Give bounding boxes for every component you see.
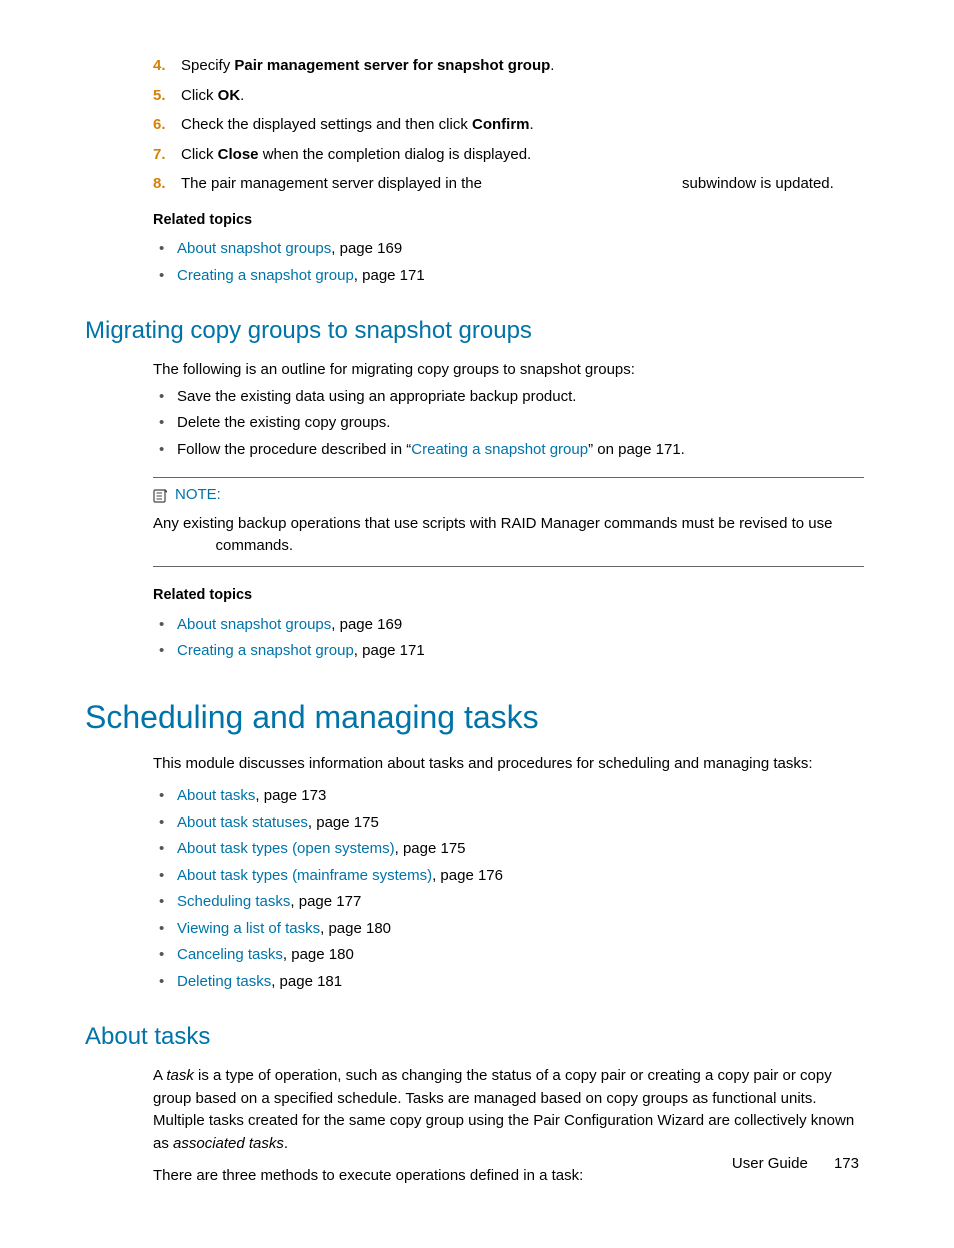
step-text: Click OK.: [181, 85, 244, 108]
step-text: Check the displayed settings and then cl…: [181, 114, 534, 137]
step-text: Specify Pair management server for snaps…: [181, 55, 554, 78]
related-item: Creating a snapshot group, page 171: [177, 640, 864, 663]
heading-migrating-copy-groups: Migrating copy groups to snapshot groups: [85, 313, 864, 349]
link-about-task-statuses[interactable]: About task statuses: [177, 814, 308, 831]
related-topics-heading-2: Related topics: [153, 585, 864, 607]
note-rule-top: [153, 477, 864, 478]
toc-item: Canceling tasks, page 180: [177, 944, 864, 967]
link-creating-snapshot-group[interactable]: Creating a snapshot group: [177, 267, 354, 284]
note-block: NOTE: Any existing backup operations tha…: [153, 477, 864, 567]
migrate-steps: Save the existing data using an appropri…: [177, 386, 864, 462]
related-topics-list-2: About snapshot groups, page 169 Creating…: [177, 614, 864, 663]
link-creating-snapshot-group-inline[interactable]: Creating a snapshot group: [411, 441, 588, 458]
toc-item: Deleting tasks, page 181: [177, 971, 864, 994]
link-task-types-mainframe[interactable]: About task types (mainframe systems): [177, 867, 432, 884]
step-num: 5.: [153, 85, 181, 108]
link-task-types-open[interactable]: About task types (open systems): [177, 840, 395, 857]
migrate-step: Delete the existing copy groups.: [177, 412, 864, 435]
note-label: NOTE:: [175, 484, 221, 507]
sched-toc: About tasks, page 173 About task statuse…: [177, 785, 864, 993]
about-tasks-p1: A task is a type of operation, such as c…: [153, 1065, 864, 1155]
step-num: 8.: [153, 173, 181, 196]
step-5: 5. Click OK.: [153, 85, 864, 108]
page-footer: User Guide 173: [732, 1153, 859, 1176]
page-number: 173: [834, 1155, 859, 1172]
toc-item: About tasks, page 173: [177, 785, 864, 808]
note-rule-bottom: [153, 566, 864, 567]
link-creating-snapshot-group-2[interactable]: Creating a snapshot group: [177, 642, 354, 659]
step-num: 4.: [153, 55, 181, 78]
note-label-row: NOTE:: [153, 484, 864, 507]
heading-about-tasks: About tasks: [85, 1019, 864, 1055]
migrate-step: Follow the procedure described in “Creat…: [177, 439, 864, 462]
migrate-step: Save the existing data using an appropri…: [177, 386, 864, 409]
step-text: Click Close when the completion dialog i…: [181, 144, 531, 167]
footer-label: User Guide: [732, 1155, 808, 1172]
note-body: Any existing backup operations that use …: [153, 513, 864, 558]
note-icon: [153, 488, 169, 504]
toc-item: Scheduling tasks, page 177: [177, 891, 864, 914]
link-deleting-tasks[interactable]: Deleting tasks: [177, 973, 271, 990]
link-about-snapshot-groups[interactable]: About snapshot groups: [177, 240, 331, 257]
toc-item: Viewing a list of tasks, page 180: [177, 918, 864, 941]
related-item: About snapshot groups, page 169: [177, 614, 864, 637]
step-num: 7.: [153, 144, 181, 167]
migrate-intro: The following is an outline for migratin…: [153, 359, 864, 382]
step-7: 7. Click Close when the completion dialo…: [153, 144, 864, 167]
related-topics-heading: Related topics: [153, 210, 864, 232]
related-topics-list-1: About snapshot groups, page 169 Creating…: [177, 238, 864, 287]
heading-scheduling-managing-tasks: Scheduling and managing tasks: [85, 693, 864, 741]
step-4: 4. Specify Pair management server for sn…: [153, 55, 864, 78]
toc-item: About task statuses, page 175: [177, 812, 864, 835]
related-item: About snapshot groups, page 169: [177, 238, 864, 261]
link-canceling-tasks[interactable]: Canceling tasks: [177, 946, 283, 963]
link-about-tasks[interactable]: About tasks: [177, 787, 255, 804]
link-scheduling-tasks[interactable]: Scheduling tasks: [177, 893, 290, 910]
sched-intro: This module discusses information about …: [153, 753, 864, 776]
step-text: The pair management server displayed in …: [181, 173, 834, 196]
step-8: 8. The pair management server displayed …: [153, 173, 864, 196]
related-item: Creating a snapshot group, page 171: [177, 265, 864, 288]
step-num: 6.: [153, 114, 181, 137]
ordered-steps: 4. Specify Pair management server for sn…: [153, 55, 864, 196]
link-viewing-tasks[interactable]: Viewing a list of tasks: [177, 920, 320, 937]
toc-item: About task types (mainframe systems), pa…: [177, 865, 864, 888]
link-about-snapshot-groups-2[interactable]: About snapshot groups: [177, 616, 331, 633]
step-6: 6. Check the displayed settings and then…: [153, 114, 864, 137]
toc-item: About task types (open systems), page 17…: [177, 838, 864, 861]
